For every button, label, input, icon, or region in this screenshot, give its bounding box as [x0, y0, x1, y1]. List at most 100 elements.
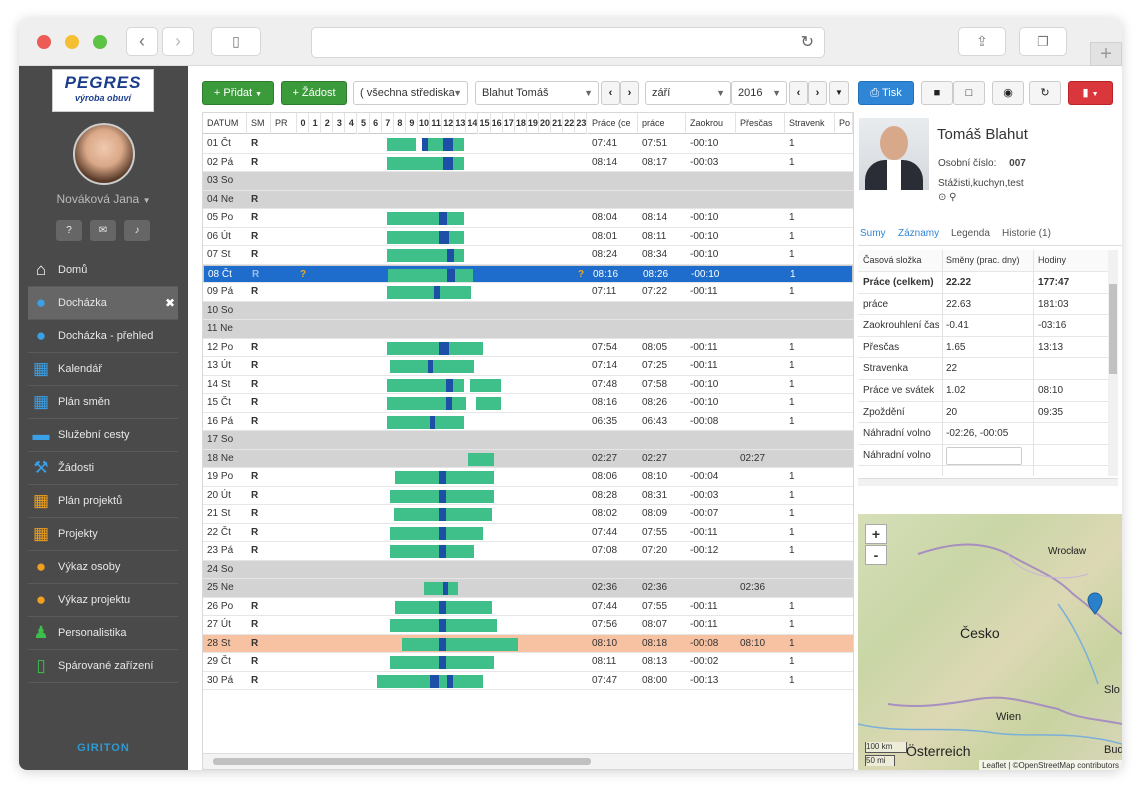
sidebar-item[interactable]: ● Výkaz osoby: [28, 551, 178, 584]
zoom-in-button[interactable]: +: [865, 524, 887, 544]
maximize-window-button[interactable]: [93, 35, 107, 49]
sidebar-item[interactable]: ▬ Služební cesty: [28, 419, 178, 452]
table-row[interactable]: 30 Pá R 07:47 08:00 -00:13 1: [203, 672, 853, 690]
table-row[interactable]: 25 Ne 02:36 02:36 02:36: [203, 579, 853, 598]
column-header-hour[interactable]: 5: [357, 113, 370, 134]
work-interval-bar[interactable]: [386, 230, 464, 244]
sidebar-item[interactable]: ● Docházka ✖: [28, 287, 178, 320]
tab[interactable]: Historie (1): [1002, 228, 1051, 239]
column-header-hour[interactable]: 21: [551, 113, 564, 134]
tabs-icon[interactable]: ❐: [1019, 27, 1067, 56]
table-row[interactable]: 14 St R 07:48 07:58 -00:10 1: [203, 376, 853, 394]
mail-icon[interactable]: ✉: [90, 220, 116, 241]
minimize-window-button[interactable]: [65, 35, 79, 49]
back-icon[interactable]: ‹: [126, 27, 158, 56]
request-button[interactable]: + Žádost: [281, 81, 347, 105]
work-interval-bar[interactable]: [402, 637, 519, 651]
help-icon[interactable]: ?: [56, 220, 82, 241]
work-interval-bar[interactable]: [387, 268, 474, 282]
column-header-hour[interactable]: 2: [321, 113, 334, 134]
table-row[interactable]: 23 Pá R 07:08 07:20 -00:12 1: [203, 542, 853, 561]
column-header-hour[interactable]: 1: [309, 113, 322, 134]
prev-person-button[interactable]: ‹: [601, 81, 620, 105]
table-row[interactable]: 19 Po R 08:06 08:10 -00:04 1: [203, 468, 853, 487]
work-interval-bar[interactable]: [386, 212, 464, 225]
delete-button[interactable]: ▮ ▼: [1068, 81, 1113, 105]
company-logo[interactable]: PEGRES výroba obuví: [52, 69, 154, 112]
tab[interactable]: Legenda: [951, 228, 990, 239]
column-header-hour[interactable]: 14: [466, 113, 479, 134]
column-header-hour[interactable]: 0: [297, 113, 310, 134]
sidebar-item[interactable]: ▦ Plán projektů: [28, 485, 178, 518]
column-header-hour[interactable]: 11: [430, 113, 443, 134]
table-row[interactable]: 16 Pá R 06:35 06:43 -00:08 1: [203, 413, 853, 431]
tab[interactable]: Záznamy: [898, 228, 939, 239]
table-row[interactable]: 12 Po R 07:54 08:05 -00:11 1: [203, 339, 853, 357]
table-row[interactable]: 20 Út R 08:28 08:31 -00:03 1: [203, 487, 853, 505]
tab[interactable]: Sumy: [860, 228, 886, 239]
column-header-hour[interactable]: 15: [478, 113, 491, 134]
work-interval-bar[interactable]: [386, 397, 467, 410]
column-header-hour[interactable]: 4: [345, 113, 358, 134]
column-header-hour[interactable]: 16: [490, 113, 503, 134]
work-interval-bar[interactable]: [386, 415, 464, 429]
sidebar-item[interactable]: ♟ Personalistika: [28, 617, 178, 650]
column-header-hour[interactable]: 10: [418, 113, 431, 134]
add-button[interactable]: + Přidat ▼: [202, 81, 274, 105]
sidebar-item[interactable]: ▦ Projekty: [28, 518, 178, 551]
column-header-hour[interactable]: 9: [405, 113, 418, 134]
table-row[interactable]: 29 Čt R 08:11 08:13 -00:02 1: [203, 653, 853, 672]
map[interactable]: + - Wrocław Česko Wien Österreich Buda S…: [858, 514, 1122, 770]
horizontal-scrollbar[interactable]: [858, 478, 1118, 486]
column-header-hour[interactable]: 17: [502, 113, 515, 134]
table-row[interactable]: 13 Út R 07:14 07:25 -00:11 1: [203, 357, 853, 376]
table-row[interactable]: 10 So: [203, 301, 853, 320]
column-header-hour[interactable]: 13: [454, 113, 467, 134]
share-icon[interactable]: ⇪: [958, 27, 1006, 56]
column-header-hour[interactable]: 7: [381, 113, 394, 134]
question-icon[interactable]: ?: [300, 266, 306, 284]
column-header-sm[interactable]: SM: [247, 113, 271, 134]
unlock-icon[interactable]: □: [953, 81, 985, 105]
column-header-hour[interactable]: 8: [393, 113, 406, 134]
sidebar-item[interactable]: ● Výkaz projektu: [28, 584, 178, 617]
work-interval-bar[interactable]: [386, 341, 484, 355]
print-button[interactable]: ⎙ Tisk: [858, 81, 914, 105]
next-month-button[interactable]: ›: [808, 81, 827, 105]
column-header-hour[interactable]: 18: [514, 113, 527, 134]
work-interval-bar[interactable]: [467, 452, 495, 466]
column-header-hour[interactable]: 19: [526, 113, 539, 134]
sidebar-item[interactable]: ● Docházka - přehled: [28, 320, 178, 353]
column-header-hour[interactable]: 12: [442, 113, 455, 134]
map-attribution[interactable]: Leaflet | ©OpenStreetMap contributors: [979, 760, 1122, 770]
table-row[interactable]: 18 Ne 02:27 02:27 02:27: [203, 449, 853, 468]
refresh-icon[interactable]: ↻: [1029, 81, 1061, 105]
sidebar-item[interactable]: ▦ Plán směn: [28, 386, 178, 419]
column-header-work[interactable]: Práce (ce: [588, 113, 638, 134]
column-header-hour[interactable]: 6: [369, 113, 382, 134]
next-person-button[interactable]: ›: [620, 81, 639, 105]
sidebar-item[interactable]: ▯ Spárované zařízení: [28, 650, 178, 683]
column-header-rounding[interactable]: Zaokrou: [686, 113, 736, 134]
work-interval-bar[interactable]: [386, 286, 472, 299]
table-row[interactable]: 17 So: [203, 431, 853, 450]
clock-icon[interactable]: ⊙: [938, 192, 946, 203]
user-menu[interactable]: Nováková Jana ▼: [19, 192, 188, 206]
work-interval-bar[interactable]: [390, 545, 474, 558]
forward-icon[interactable]: ›: [162, 27, 194, 56]
bell-icon[interactable]: ♪: [124, 220, 150, 241]
table-row[interactable]: 09 Pá R 07:11 07:22 -00:11 1: [203, 283, 853, 302]
sidebar-item[interactable]: ▦ Kalendář: [28, 353, 178, 386]
table-row[interactable]: 28 St R 08:10 08:18 -00:08 08:10 1: [203, 634, 853, 653]
work-interval-bar[interactable]: [390, 526, 484, 540]
work-interval-bar[interactable]: [470, 378, 502, 392]
column-header-po[interactable]: Po: [835, 113, 853, 134]
sidebar-toggle-icon[interactable]: ▯: [211, 27, 261, 56]
person-select[interactable]: Blahut Tomáš ▼: [475, 81, 599, 105]
center-select[interactable]: ( všechna střediska ▼: [353, 81, 468, 105]
table-row[interactable]: 03 So: [203, 172, 853, 191]
table-row[interactable]: 27 Út R 07:56 08:07 -00:11 1: [203, 616, 853, 635]
question-icon[interactable]: ?: [578, 266, 584, 284]
table-row[interactable]: 06 Út R 08:01 08:11 -00:10 1: [203, 228, 853, 246]
eye-icon[interactable]: ◉: [992, 81, 1024, 105]
